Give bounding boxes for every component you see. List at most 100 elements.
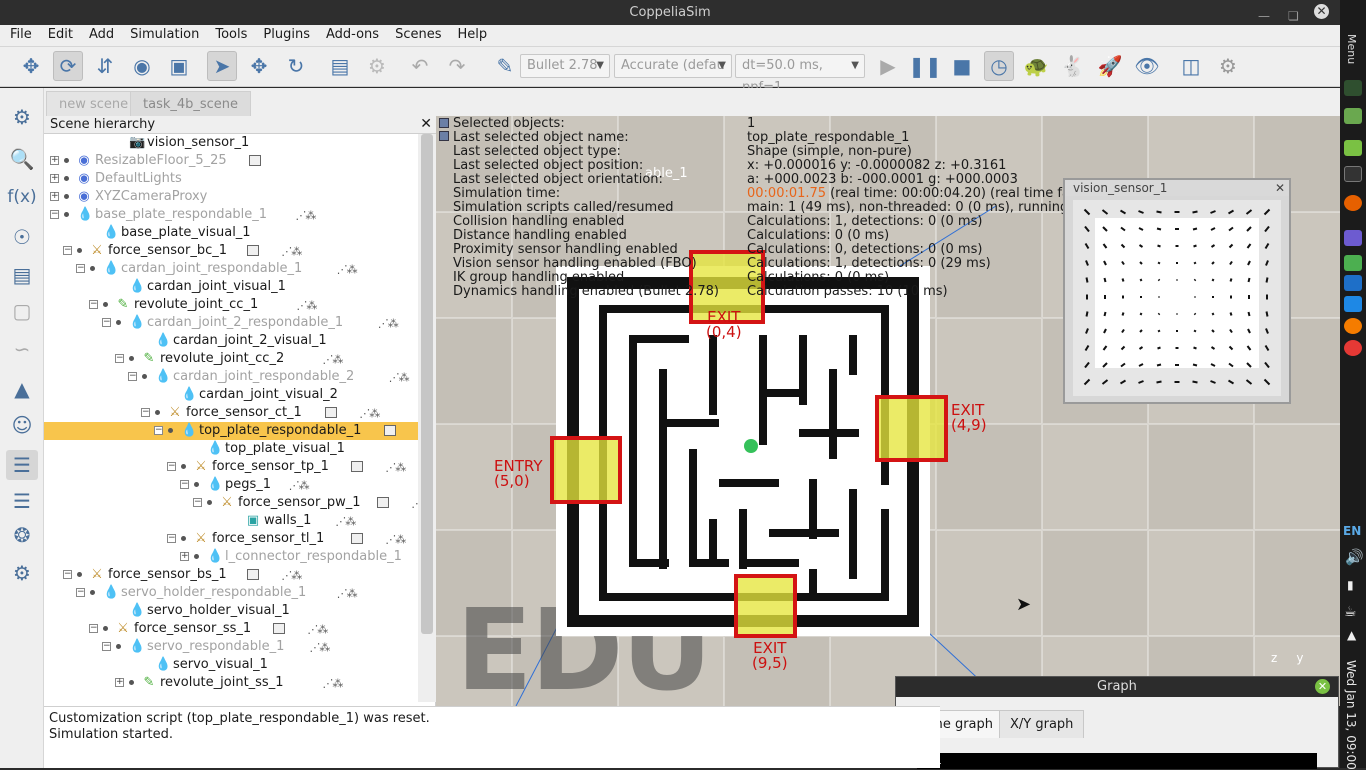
script-icon[interactable] — [351, 461, 363, 472]
menu-addons[interactable]: Add-ons — [318, 25, 387, 45]
info-toggle-icon[interactable] — [439, 131, 449, 141]
workspace-icon[interactable] — [1344, 108, 1362, 124]
expand-icon[interactable]: + — [50, 192, 59, 201]
scene-selector-icon[interactable]: ⚙ — [1213, 51, 1243, 81]
document-icon[interactable] — [1344, 275, 1362, 291]
expand-icon[interactable]: + — [115, 678, 124, 687]
clock[interactable]: Wed Jan 13, 09:00 — [1344, 660, 1358, 770]
tree-item[interactable]: −✎revolute_joint_cc_1⋰⁂ — [44, 296, 418, 314]
vision-sensor-window[interactable]: vision_sensor_1✕ — [1063, 178, 1291, 404]
tab-task-4b-scene[interactable]: task_4b_scene — [130, 91, 251, 116]
script-icon[interactable] — [325, 407, 337, 418]
collapse-icon[interactable]: − — [76, 264, 85, 273]
folder-icon[interactable] — [1344, 255, 1362, 271]
menu-tools[interactable]: Tools — [207, 25, 255, 45]
collapse-icon[interactable]: − — [115, 354, 124, 363]
play-icon[interactable]: ▶ — [873, 51, 903, 81]
tree-item[interactable]: +✎revolute_joint_ss_1⋰⁂ — [44, 674, 418, 692]
menu-edit[interactable]: Edit — [40, 25, 81, 45]
tree-item[interactable]: −💧cardan_joint_2_respondable_1⋰⁂ — [44, 314, 418, 332]
tree-item[interactable]: 💧servo_holder_visual_1 — [44, 602, 418, 620]
camera-shift-icon[interactable]: ⇵ — [90, 51, 120, 81]
collapse-icon[interactable]: − — [167, 534, 176, 543]
collapse-icon[interactable]: − — [102, 318, 111, 327]
calculation-modules-icon[interactable]: ☉ — [6, 222, 38, 252]
tree-item[interactable]: +◉XYZCameraProxy — [44, 188, 418, 206]
tree-item[interactable]: −⚔force_sensor_tp_1⋰⁂ — [44, 458, 418, 476]
expand-icon[interactable]: + — [50, 174, 59, 183]
script-icon[interactable] — [377, 497, 389, 508]
tree-item[interactable]: −💧cardan_joint_respondable_1⋰⁂ — [44, 260, 418, 278]
slow-down-icon[interactable]: 🐢 — [1021, 51, 1051, 81]
transfer-dna-icon[interactable]: ⚙ — [362, 51, 392, 81]
pause-icon[interactable]: ❚❚ — [910, 51, 940, 81]
thread-rendering-icon[interactable]: 🚀 — [1095, 51, 1125, 81]
script-icon[interactable] — [247, 245, 259, 256]
tree-item[interactable]: −⚔force_sensor_pw_1⋰⁂ — [44, 494, 418, 512]
collapse-icon[interactable]: − — [154, 426, 163, 435]
shield-icon[interactable]: ▲ — [1347, 628, 1356, 642]
tree-item[interactable]: −💧cardan_joint_respondable_2⋰⁂ — [44, 368, 418, 386]
visualization-icon[interactable]: 👁 — [1132, 51, 1162, 81]
close-icon[interactable]: ✕ — [1275, 180, 1285, 196]
scrollbar-thumb[interactable] — [421, 134, 433, 634]
collapse-icon[interactable]: − — [180, 480, 189, 489]
files-icon[interactable] — [1344, 140, 1362, 156]
collapse-icon[interactable]: − — [50, 210, 59, 219]
camera-angle-icon[interactable]: ◉ — [127, 51, 157, 81]
tree-item[interactable]: −⚔force_sensor_bc_1⋰⁂ — [44, 242, 418, 260]
script-fx-icon[interactable]: f(x) — [6, 182, 38, 212]
video-recorder-icon[interactable]: ❂ — [6, 520, 38, 550]
tree-item[interactable]: 💧cardan_joint_visual_1 — [44, 278, 418, 296]
path-edit-icon[interactable]: ∽ — [6, 334, 38, 364]
info-toggle-icon[interactable] — [439, 118, 449, 128]
user-settings-icon[interactable]: ⚙ — [6, 558, 38, 588]
tree-item[interactable]: +◉ResizableFloor_5_25 — [44, 152, 418, 170]
object-shift-icon[interactable]: ✥ — [244, 51, 274, 81]
undo-icon[interactable]: ↶ — [405, 51, 435, 81]
timestep-select[interactable]: dt=50.0 ms, ppf=1▼ — [735, 54, 865, 78]
menu-simulation[interactable]: Simulation — [122, 25, 207, 45]
collapse-icon[interactable]: − — [128, 372, 137, 381]
menu-scenes[interactable]: Scenes — [387, 25, 449, 45]
selection-icon[interactable]: ▲ — [6, 374, 38, 404]
object-rotate-icon[interactable]: ↻ — [281, 51, 311, 81]
dynamics-settings-icon[interactable]: ✎ — [490, 51, 520, 81]
close-window-button[interactable]: ✕ — [1314, 4, 1329, 19]
media-icon[interactable] — [1344, 318, 1362, 334]
shape-edit-icon[interactable]: ▢ — [6, 296, 38, 326]
camera-rotate-icon[interactable]: ⟳ — [53, 51, 83, 81]
layers-icon[interactable]: ☰ — [6, 486, 38, 516]
keyboard-language[interactable]: EN — [1343, 524, 1361, 538]
model-browser-icon[interactable]: ☺ — [6, 410, 38, 440]
collapse-icon[interactable]: − — [102, 642, 111, 651]
collapse-icon[interactable]: − — [63, 570, 72, 579]
speed-up-icon[interactable]: 🐇 — [1058, 51, 1088, 81]
scene-hierarchy-icon[interactable]: ☰ — [6, 450, 38, 480]
realtime-icon[interactable]: ◷ — [984, 51, 1014, 81]
redo-icon[interactable]: ↷ — [442, 51, 472, 81]
graph-window[interactable]: Graph✕ Time graph X/Y graph -1 — [895, 676, 1339, 768]
stop-icon[interactable]: ■ — [947, 51, 977, 81]
tree-item[interactable]: −💧base_plate_respondable_1⋰⁂ — [44, 206, 418, 224]
script-icon[interactable] — [351, 533, 363, 544]
tab-new-scene[interactable]: new scene — [46, 91, 141, 116]
system-monitor-icon[interactable] — [1344, 80, 1362, 96]
tree-item[interactable]: 💧cardan_joint_2_visual_1 — [44, 332, 418, 350]
hierarchy-tree[interactable]: 📷vision_sensor_1+◉ResizableFloor_5_25+◉D… — [44, 134, 418, 702]
expand-icon[interactable]: + — [180, 552, 189, 561]
volume-icon[interactable]: 🔊 — [1345, 548, 1364, 566]
tree-item[interactable]: +◉DefaultLights — [44, 170, 418, 188]
collections-icon[interactable]: ▤ — [6, 260, 38, 290]
fit-to-view-icon[interactable]: ▣ — [164, 51, 194, 81]
terminal-icon[interactable] — [1344, 166, 1362, 182]
scene-viewport[interactable]: EDU able_1 EXIT(0,4) ENTRY(5,0) EXIT(4,9… — [436, 116, 1340, 706]
assemble-icon[interactable]: ▤ — [325, 51, 355, 81]
tab-xy-graph[interactable]: X/Y graph — [999, 710, 1084, 738]
firefox-icon[interactable] — [1344, 195, 1362, 211]
editor-icon[interactable] — [1344, 296, 1362, 312]
menu-help[interactable]: Help — [449, 25, 495, 45]
tree-item[interactable]: −⚔force_sensor_bs_1⋰⁂ — [44, 566, 418, 584]
script-icon[interactable] — [384, 425, 396, 436]
wifi-icon[interactable]: ☕ — [1344, 604, 1357, 620]
